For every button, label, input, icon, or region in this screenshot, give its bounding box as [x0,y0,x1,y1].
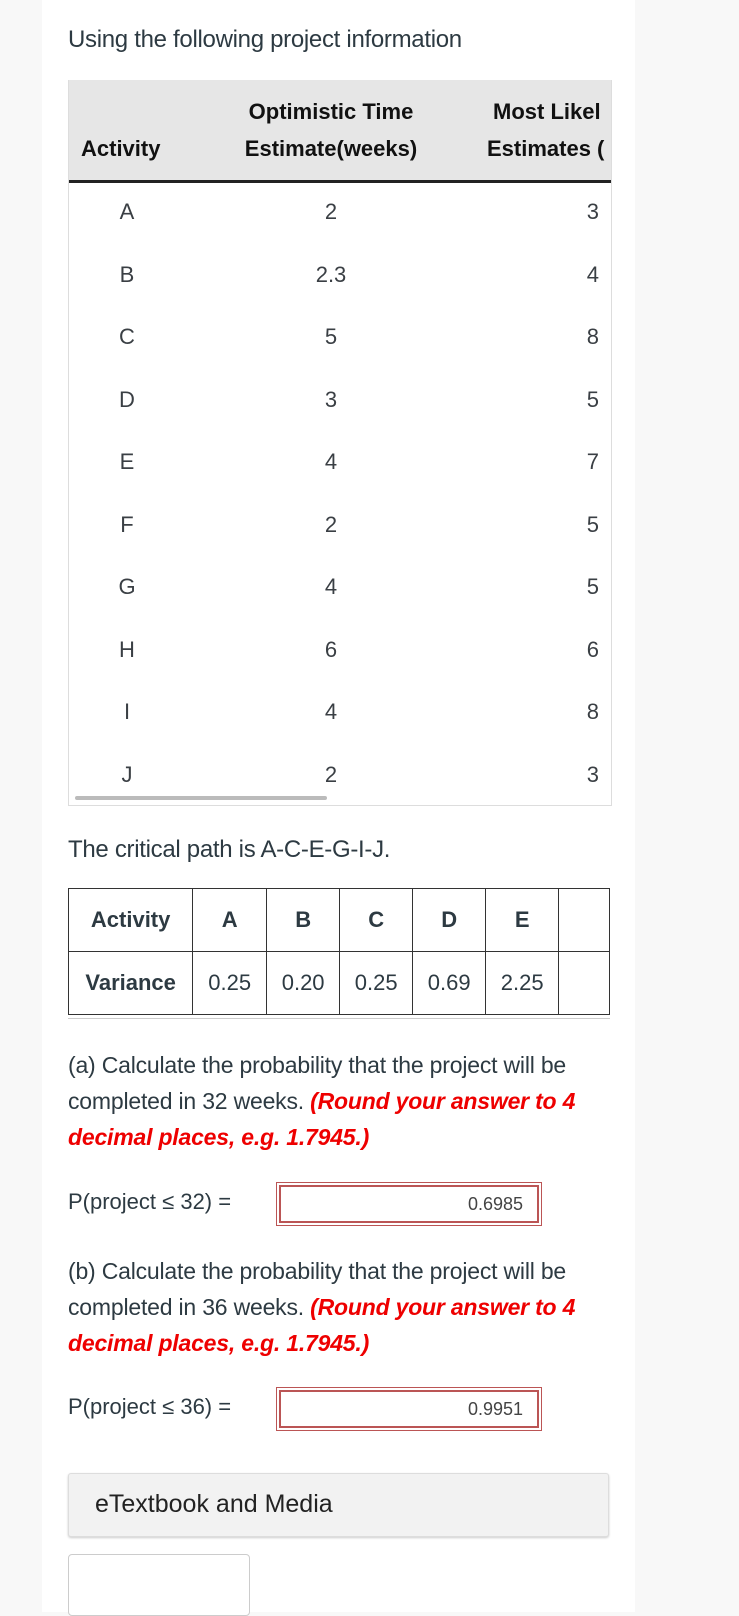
cell-activity: G [118,574,136,599]
cell-activity: J [121,761,133,787]
cell: 0.25 [192,951,268,1015]
table-header: Activity Optimistic Time Estimate(weeks)… [69,80,611,183]
header-line: Estimate(weeks) [244,136,418,161]
cell: E [485,888,560,952]
cell [558,951,610,1015]
header-line: Estimates ( [487,136,605,161]
project-table: Activity Optimistic Time Estimate(weeks)… [68,80,612,806]
cell: 2.25 [485,951,560,1015]
cell-activity: F [120,511,134,537]
header-line: Most Likel [493,99,601,124]
cell-activity: C [119,324,135,349]
cell-optimistic: 6 [324,636,338,662]
header-optimistic: Optimistic Time Estimate(weeks) [233,93,429,167]
question-a: (a) Calculate the probability that the p… [68,1047,588,1155]
cell-activity: A [119,199,135,224]
cell: B [266,888,341,952]
etextbook-label: eTextbook and Media [95,1490,333,1518]
cell-likely: 3 [586,761,599,787]
variance-table: Activity A B C D E Variance 0.25 0.20 0.… [68,888,610,1019]
critical-path-text: The critical path is A-C-E-G-I-J. [68,836,391,863]
cell-optimistic: 5 [324,324,338,349]
cell-activity: B [119,261,135,287]
cell-optimistic: 4 [324,449,338,474]
answer-a-label: P(project ≤ 32) = [68,1189,232,1214]
cell [558,888,610,952]
question-b: (b) Calculate the probability that the p… [68,1253,588,1361]
cell: A [192,888,268,952]
cell: Activity [68,888,194,952]
answer-a-input[interactable] [279,1185,539,1223]
cell-likely: 7 [586,449,599,474]
cell-activity: D [119,386,135,412]
cell-activity: H [119,636,135,662]
cell-optimistic: 4 [324,574,338,599]
answer-a-field[interactable] [276,1182,542,1226]
cell-optimistic: 2 [324,761,338,787]
cell-likely: 5 [586,511,599,537]
cell-optimistic: 4 [324,699,338,724]
cell-activity: E [119,449,135,474]
cell-optimistic: 2 [324,199,338,224]
cell: 0.20 [266,951,341,1015]
cell: D [412,888,487,952]
header-activity: Activity [81,136,161,161]
cell: 0.25 [339,951,414,1015]
cell: Variance [68,951,194,1015]
cell-likely: 5 [586,386,599,412]
answer-b-label: P(project ≤ 36) = [68,1394,232,1419]
cell-optimistic: 3 [324,386,338,412]
cell-optimistic: 2 [324,511,338,537]
table-row: Variance 0.25 0.20 0.25 0.69 2.25 [68,951,610,1015]
cell-likely: 5 [586,574,599,599]
cell-likely: 8 [586,324,599,349]
cell-likely: 4 [586,261,599,287]
intro-text: Using the following project information [68,26,462,53]
cell-likely: 8 [586,699,599,724]
next-button[interactable] [68,1554,250,1616]
cell-optimistic: 2.3 [315,261,347,287]
cell-likely: 6 [586,636,599,662]
header-line: Optimistic Time [248,99,414,124]
cell-likely: 3 [586,199,599,224]
cell: C [339,888,414,952]
horizontal-scrollbar[interactable] [75,796,327,800]
cell-activity: I [123,699,131,724]
cell: 0.69 [412,951,487,1015]
answer-b-field[interactable] [276,1387,542,1431]
table-row: Activity A B C D E [68,888,610,952]
etextbook-media-button[interactable]: eTextbook and Media [68,1473,609,1537]
answer-b-input[interactable] [279,1390,539,1428]
header-most-likely: Most Likel Estimates ( [487,93,604,167]
